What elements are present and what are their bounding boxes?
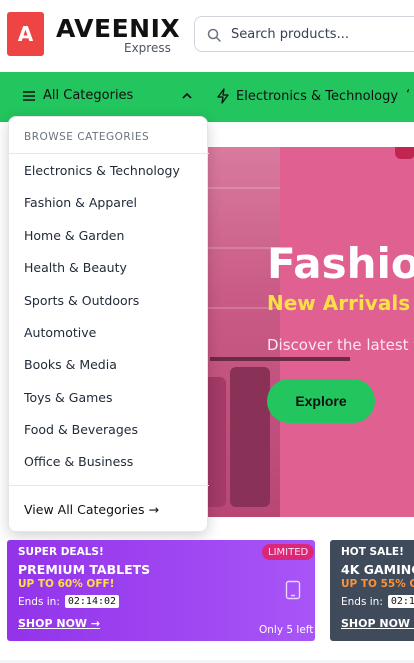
dropdown-heading: BROWSE CATEGORIES xyxy=(24,131,150,143)
nav-item-electronics[interactable]: Electronics & Technology xyxy=(216,88,398,104)
countdown-timer: 02:14:02 xyxy=(64,595,120,608)
divider xyxy=(9,153,209,154)
hero-description: Discover the latest tr xyxy=(267,336,414,354)
promo-card-tablets[interactable]: SUPER DEALS! PREMIUM TABLETS UP TO 60% O… xyxy=(7,540,315,641)
dropdown-item-food[interactable]: Food & Beverages xyxy=(24,422,138,437)
dropdown-item-books[interactable]: Books & Media xyxy=(24,357,117,372)
countdown-label: Ends in: xyxy=(18,595,60,608)
category-nav: All Categories Electronics & Technology … xyxy=(0,72,414,122)
promo-countdown: Ends in: 02:14:02 xyxy=(18,595,120,608)
dropdown-item-automotive[interactable]: Automotive xyxy=(24,325,96,340)
countdown-label: Ends in: xyxy=(341,595,383,608)
divider xyxy=(9,485,209,486)
categories-dropdown: BROWSE CATEGORIES Electronics & Technolo… xyxy=(8,116,209,532)
limited-badge: LIMITED xyxy=(262,544,315,560)
hero-decoration xyxy=(395,147,414,159)
shop-now-link[interactable]: SHOP NOW → xyxy=(18,617,100,630)
countdown-timer: 02:14 xyxy=(387,595,414,608)
lightning-icon xyxy=(217,88,229,104)
stock-notice: Only 5 left! xyxy=(259,624,315,636)
dropdown-item-home[interactable]: Home & Garden xyxy=(24,228,124,243)
all-categories-button[interactable]: All Categories xyxy=(23,88,133,103)
dropdown-item-fashion[interactable]: Fashion & Apparel xyxy=(24,195,137,210)
menu-icon xyxy=(23,90,35,101)
all-categories-label: All Categories xyxy=(43,88,134,103)
search-box[interactable] xyxy=(194,16,414,52)
chevron-up-icon[interactable] xyxy=(182,92,192,99)
logo-icon[interactable]: A xyxy=(7,12,44,56)
site-header: A AVEENIX Express xyxy=(0,0,414,72)
dropdown-item-office[interactable]: Office & Business xyxy=(24,454,133,469)
nav-item-partial[interactable]: ‘ xyxy=(406,88,410,103)
search-icon xyxy=(207,28,221,42)
dropdown-item-sports[interactable]: Sports & Outdoors xyxy=(24,293,139,308)
promo-tag: SUPER DEALS! xyxy=(18,546,104,558)
hero-subtitle: New Arrivals xyxy=(267,291,411,315)
dropdown-item-electronics[interactable]: Electronics & Technology xyxy=(24,163,180,178)
promo-tag: HOT SALE! xyxy=(341,546,404,558)
dropdown-item-health[interactable]: Health & Beauty xyxy=(24,260,127,275)
brand-name[interactable]: AVEENIX xyxy=(56,14,180,43)
explore-button[interactable]: Explore xyxy=(267,379,375,423)
promo-card-gaming[interactable]: HOT SALE! 4K GAMING UP TO 55% OF Ends in… xyxy=(330,540,414,641)
shop-now-link[interactable]: SHOP NOW → xyxy=(341,617,414,630)
promo-discount: UP TO 55% OF xyxy=(341,578,414,590)
dropdown-item-toys[interactable]: Toys & Games xyxy=(24,390,113,405)
tablet-icon xyxy=(285,580,301,600)
promo-discount: UP TO 60% OFF! xyxy=(18,578,115,590)
view-all-categories-link[interactable]: View All Categories → xyxy=(24,502,159,517)
promo-title: 4K GAMING xyxy=(341,562,414,577)
brand-subtitle: Express xyxy=(124,41,171,55)
hero-title: Fashion xyxy=(267,239,414,288)
nav-item-label: Electronics & Technology xyxy=(236,88,399,104)
promo-title: PREMIUM TABLETS xyxy=(18,562,151,577)
promo-countdown: Ends in: 02:14 xyxy=(341,595,414,608)
search-input[interactable] xyxy=(231,24,411,44)
